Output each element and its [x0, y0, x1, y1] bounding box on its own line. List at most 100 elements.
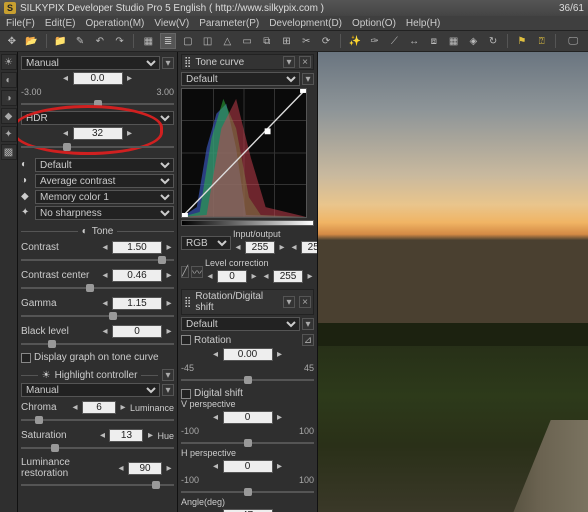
menu-file[interactable]: File(F) — [6, 18, 35, 29]
undo-icon[interactable]: ↶ — [92, 33, 108, 49]
lumres-dec[interactable]: ◂ — [116, 462, 126, 474]
ev-slider[interactable] — [21, 99, 174, 109]
sat-value[interactable]: 13 — [109, 429, 143, 442]
dd-sharp[interactable]: No sharpness — [35, 206, 174, 220]
io-a-dec[interactable]: ◂ — [233, 242, 243, 254]
dd-contrast[interactable]: Average contrast — [35, 174, 174, 188]
vp-dec[interactable]: ◂ — [211, 412, 221, 424]
strip-wb-icon[interactable]: ◐ — [1, 72, 17, 88]
strip-sharp-icon[interactable]: ✦ — [1, 126, 17, 142]
rot-slider[interactable] — [181, 375, 314, 385]
tc-collapse[interactable]: ▾ — [283, 56, 295, 68]
brush-icon[interactable]: ✎ — [72, 33, 88, 49]
rot-preset-select[interactable]: Default — [181, 317, 300, 331]
rot-value[interactable]: 0.00 — [223, 348, 273, 361]
menu-view[interactable]: View(V) — [154, 18, 189, 29]
rot-inc[interactable]: ▸ — [275, 349, 285, 361]
list-view-icon[interactable]: ≣ — [160, 33, 176, 49]
io-b[interactable]: 255 — [301, 241, 318, 254]
sat-inc[interactable]: ▸ — [145, 430, 155, 442]
chroma-value[interactable]: 6 — [82, 401, 116, 414]
chroma-slider[interactable] — [21, 415, 174, 425]
sat-slider[interactable] — [21, 443, 174, 453]
folder-open-icon[interactable]: 📂 — [24, 33, 40, 49]
hdr-dec[interactable]: ◂ — [61, 128, 71, 140]
rot-preset-more[interactable]: ▾ — [302, 318, 314, 330]
mode-select[interactable]: Manual — [21, 56, 160, 70]
chroma-dec[interactable]: ◂ — [70, 402, 80, 414]
image-preview[interactable] — [318, 52, 588, 512]
menu-help[interactable]: Help(H) — [406, 18, 440, 29]
dshift-check[interactable] — [181, 389, 191, 399]
black-slider[interactable] — [21, 339, 174, 349]
menu-parameter[interactable]: Parameter(P) — [199, 18, 259, 29]
hdr-slider[interactable] — [21, 142, 174, 152]
rot-grip-icon[interactable]: ⣿ — [184, 297, 191, 308]
channel-select[interactable]: RGB — [181, 236, 231, 250]
monitor-icon[interactable]: 🖵 — [562, 33, 584, 49]
io-a-inc[interactable]: ▸ — [277, 242, 287, 254]
eyedropper-icon[interactable]: ✑ — [367, 33, 383, 49]
contrast-center-slider[interactable] — [21, 283, 174, 293]
rot-close-icon[interactable]: × — [299, 296, 311, 308]
grid-icon[interactable]: ⊞ — [279, 33, 295, 49]
rot-collapse[interactable]: ▾ — [283, 296, 295, 308]
lvl-a-inc[interactable]: ▸ — [249, 271, 259, 283]
lumres-slider[interactable] — [21, 480, 174, 490]
contrast-dec[interactable]: ◂ — [100, 242, 110, 254]
flag-icon[interactable]: ⚑ — [514, 33, 530, 49]
b-icon[interactable]: ⧈ — [426, 33, 442, 49]
ruler-icon[interactable]: ⟋ — [386, 33, 402, 49]
lvl-a[interactable]: 0 — [217, 270, 247, 283]
hdr-select[interactable]: HDR — [21, 111, 174, 125]
strip-tone-icon[interactable]: ◑ — [1, 90, 17, 106]
a-icon[interactable]: ↔ — [406, 33, 422, 49]
chroma-inc[interactable]: ▸ — [118, 402, 128, 414]
tc-preset-select[interactable]: Default — [181, 72, 300, 86]
warning-icon[interactable]: △ — [219, 33, 235, 49]
tc-grip-icon[interactable]: ⣿ — [184, 57, 191, 68]
io-a[interactable]: 255 — [245, 241, 275, 254]
strip-nr-icon[interactable]: ▩ — [1, 144, 17, 160]
menu-edit[interactable]: Edit(E) — [45, 18, 76, 29]
hdr-inc[interactable]: ▸ — [125, 128, 135, 140]
io-b-dec[interactable]: ◂ — [289, 242, 299, 254]
menu-development[interactable]: Development(D) — [269, 18, 342, 29]
strip-color-icon[interactable]: ◆ — [1, 108, 17, 124]
tc-close-icon[interactable]: × — [299, 56, 311, 68]
contrast-value[interactable]: 1.50 — [112, 241, 162, 254]
curve-spline-icon[interactable]: 〰 — [191, 266, 203, 278]
pointer-tool[interactable]: ✥ — [4, 33, 20, 49]
sat-dec[interactable]: ◂ — [97, 430, 107, 442]
lvl-a-dec[interactable]: ◂ — [205, 271, 215, 283]
lvl-b[interactable]: 255 — [273, 270, 303, 283]
contrast-slider[interactable] — [21, 255, 174, 265]
d-icon[interactable]: ◈ — [465, 33, 481, 49]
ev-inc[interactable]: ▸ — [125, 73, 135, 85]
tone-curve-canvas[interactable] — [181, 88, 307, 218]
hlc-collapse[interactable]: ▾ — [162, 369, 174, 381]
vp-value[interactable]: 0 — [223, 411, 273, 424]
hdr-value[interactable]: 32 — [73, 127, 123, 140]
redo-icon[interactable]: ↷ — [112, 33, 128, 49]
gamma-inc[interactable]: ▸ — [164, 298, 174, 310]
wand-icon[interactable]: ✨ — [347, 33, 363, 49]
black-value[interactable]: 0 — [112, 325, 162, 338]
strip-exposure-icon[interactable]: ☀ — [1, 54, 17, 70]
gamma-value[interactable]: 1.15 — [112, 297, 162, 310]
single-view-icon[interactable]: ▢ — [180, 33, 196, 49]
hp-dec[interactable]: ◂ — [211, 461, 221, 473]
menu-operation[interactable]: Operation(M) — [85, 18, 144, 29]
black-inc[interactable]: ▸ — [164, 326, 174, 338]
black-dec[interactable]: ◂ — [100, 326, 110, 338]
crop-icon[interactable]: ✂ — [298, 33, 314, 49]
vp-inc[interactable]: ▸ — [275, 412, 285, 424]
dd-memcolor[interactable]: Memory color 1 — [35, 190, 174, 204]
lvl-b-dec[interactable]: ◂ — [261, 271, 271, 283]
ev-value[interactable]: 0.0 — [73, 72, 123, 85]
menu-option[interactable]: Option(O) — [352, 18, 396, 29]
contrast-center-value[interactable]: 0.46 — [112, 269, 162, 282]
graph-check[interactable] — [21, 353, 31, 363]
rot-dec[interactable]: ◂ — [211, 349, 221, 361]
curve-line-icon[interactable]: ╱ — [181, 266, 189, 278]
